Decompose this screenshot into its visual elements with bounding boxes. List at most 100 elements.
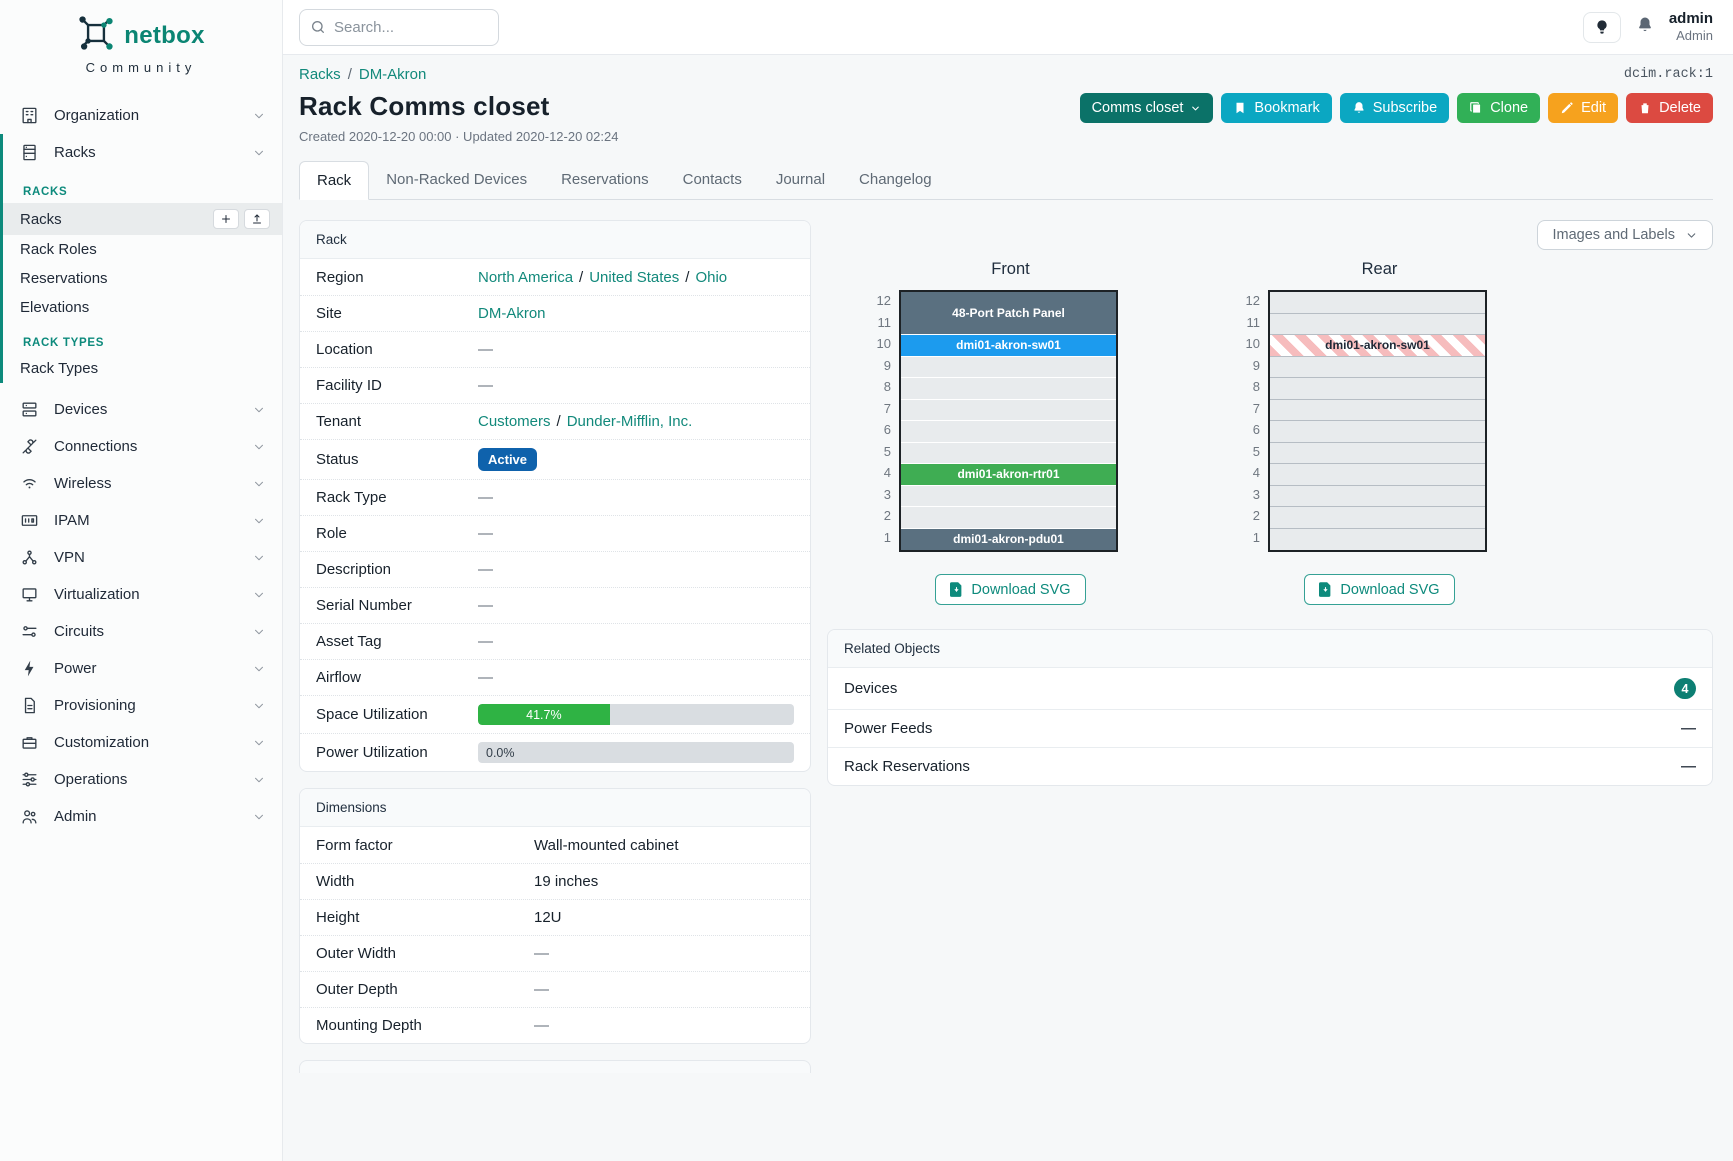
tab-rack[interactable]: Rack (299, 161, 369, 200)
sidebar-nav: Organization Racks RACKS Racks Rac (0, 97, 282, 835)
site-link[interactable]: DM-Akron (478, 305, 546, 322)
chevron-down-icon (252, 810, 266, 824)
user-menu[interactable]: admin Admin (1669, 10, 1713, 44)
attr-label: Facility ID (316, 377, 478, 394)
rack-device-pdu[interactable]: dmi01-akron-pdu01 (901, 529, 1116, 551)
sidebar-item-circuits[interactable]: Circuits (0, 613, 282, 650)
sidebar-item-admin[interactable]: Admin (0, 798, 282, 835)
attr-value: — (478, 561, 794, 578)
rack-unit-label: 1 (869, 527, 891, 549)
sidebar-item-rack-roles[interactable]: Rack Roles (3, 235, 282, 264)
brand[interactable]: netbox Community (0, 0, 282, 83)
breadcrumb-link-site[interactable]: DM-Akron (359, 66, 427, 83)
tenant-link[interactable]: Dunder-Mifflin, Inc. (567, 413, 693, 430)
server-icon (20, 400, 39, 419)
link-separator: / (685, 269, 689, 286)
clone-button[interactable]: Clone (1457, 93, 1540, 123)
download-svg-rear-button[interactable]: Download SVG (1304, 574, 1454, 605)
topbar: admin Admin (283, 0, 1733, 55)
tenant-group-link[interactable]: Customers (478, 413, 551, 430)
sidebar-item-power[interactable]: Power (0, 650, 282, 687)
sidebar-item-ipam[interactable]: IPAM (0, 502, 282, 539)
bell-plus-icon (1352, 101, 1366, 115)
monitor-icon (20, 585, 39, 604)
attr-row-description: Description — (300, 551, 810, 587)
empty-slot-u3 (1270, 486, 1485, 508)
empty-slot-u9 (1270, 357, 1485, 379)
tab-reservations[interactable]: Reservations (544, 161, 666, 200)
breadcrumb-link-racks[interactable]: Racks (299, 66, 341, 83)
chevron-down-icon (252, 403, 266, 417)
empty-slot-u2 (901, 507, 1116, 529)
related-row-rack-reservations[interactable]: Rack Reservations — (828, 747, 1712, 785)
import-rack-button[interactable] (244, 209, 270, 229)
rack-unit-label: 7 (1238, 398, 1260, 420)
sidebar-item-label: Racks (54, 144, 96, 161)
related-row-power-feeds[interactable]: Power Feeds — (828, 709, 1712, 747)
sidebar-item-customization[interactable]: Customization (0, 724, 282, 761)
rack-unit-label: 6 (869, 419, 891, 441)
region-link[interactable]: North America (478, 269, 573, 286)
subscribe-button[interactable]: Subscribe (1340, 93, 1449, 123)
link-separator: / (557, 413, 561, 430)
attr-label: Mounting Depth (316, 1017, 534, 1034)
sidebar-item-wireless[interactable]: Wireless (0, 465, 282, 502)
sidebar-item-reservations[interactable]: Reservations (3, 264, 282, 293)
tab-changelog[interactable]: Changelog (842, 161, 949, 200)
sidebar-item-racks[interactable]: Racks (3, 134, 282, 171)
attr-row-serial-number: Serial Number — (300, 587, 810, 623)
delete-label: Delete (1659, 100, 1701, 116)
empty-slot-u2 (1270, 507, 1485, 529)
related-row-devices[interactable]: Devices 4 (828, 668, 1712, 709)
progress-label: 0.0% (486, 742, 515, 763)
attr-label: Form factor (316, 837, 534, 854)
theme-toggle-button[interactable] (1583, 12, 1621, 43)
region-link[interactable]: United States (589, 269, 679, 286)
notifications-button[interactable] (1636, 16, 1654, 39)
sidebar-item-connections[interactable]: Connections (0, 428, 282, 465)
rack-panel-title: Rack (300, 221, 810, 259)
sidebar-item-devices[interactable]: Devices (0, 391, 282, 428)
tab-contacts[interactable]: Contacts (666, 161, 759, 200)
sidebar-item-label: Rack Types (20, 360, 98, 377)
rack-unit-label: 8 (869, 376, 891, 398)
chevron-down-icon (252, 551, 266, 565)
page-content: Racks/DM-Akron dcim.rack:1 Rack Comms cl… (283, 55, 1733, 1161)
add-rack-button[interactable] (213, 209, 239, 229)
rack-device-switch[interactable]: dmi01-akron-sw01 (901, 335, 1116, 357)
sidebar-item-operations[interactable]: Operations (0, 761, 282, 798)
document-icon (20, 696, 39, 715)
tab-non-racked-devices[interactable]: Non-Racked Devices (369, 161, 544, 200)
images-labels-dropdown[interactable]: Images and Labels (1537, 220, 1713, 250)
rack-device-router[interactable]: dmi01-akron-rtr01 (901, 464, 1116, 486)
bookmark-button[interactable]: Bookmark (1221, 93, 1331, 123)
search-input[interactable] (334, 19, 484, 36)
edit-label: Edit (1581, 100, 1606, 116)
sidebar-item-virtualization[interactable]: Virtualization (0, 576, 282, 613)
sidebar-item-elevations[interactable]: Elevations (3, 293, 282, 322)
briefcase-icon (20, 733, 39, 752)
lightning-icon (20, 659, 39, 678)
region-link[interactable]: Ohio (695, 269, 727, 286)
chevron-down-icon (252, 514, 266, 528)
download-svg-front-button[interactable]: Download SVG (935, 574, 1085, 605)
dimensions-panel-title: Dimensions (300, 789, 810, 827)
sidebar-item-rack-types[interactable]: Rack Types (3, 354, 282, 383)
sidebar-section-racks: RACKS (3, 171, 282, 203)
sidebar-item-label: Racks (20, 211, 62, 228)
pencil-icon (1560, 101, 1574, 115)
sidebar-item-vpn[interactable]: VPN (0, 539, 282, 576)
sidebar-item-provisioning[interactable]: Provisioning (0, 687, 282, 724)
attr-row-tenant: Tenant Customers/Dunder-Mifflin, Inc. (300, 403, 810, 439)
rack-unit-label: 11 (869, 312, 891, 334)
rack-device-patch-panel[interactable]: 48-Port Patch Panel (901, 292, 1116, 335)
status-dropdown-button[interactable]: Comms closet (1080, 93, 1214, 123)
tab-journal[interactable]: Journal (759, 161, 842, 200)
delete-button[interactable]: Delete (1626, 93, 1713, 123)
sidebar-item-organization[interactable]: Organization (0, 97, 282, 134)
sidebar-item-racks-list[interactable]: Racks (3, 203, 282, 235)
sidebar-item-label: IPAM (54, 512, 90, 529)
sidebar-racks-group: Racks RACKS Racks Rack Roles Reservation… (0, 134, 282, 383)
rack-device-switch-rear[interactable]: dmi01-akron-sw01 (1270, 335, 1485, 357)
edit-button[interactable]: Edit (1548, 93, 1618, 123)
